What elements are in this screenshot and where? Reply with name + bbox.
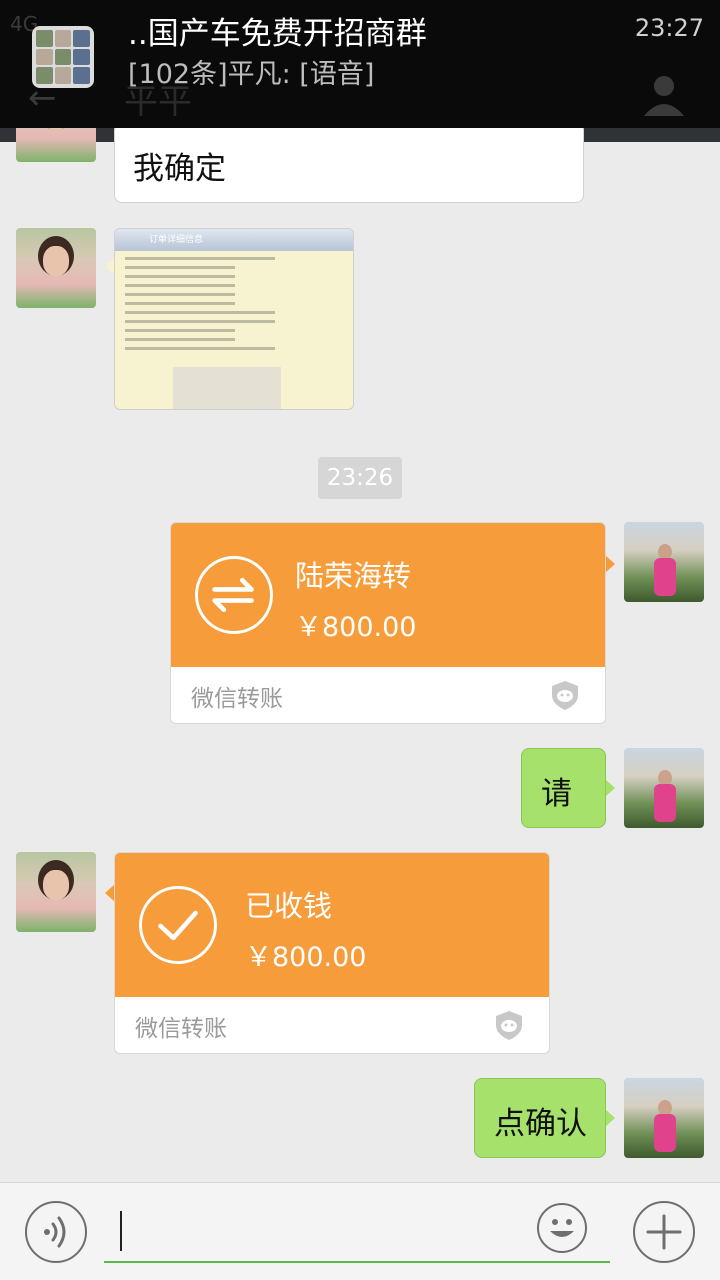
- bubble-arrow: [605, 779, 615, 797]
- image-text-line: [125, 293, 235, 296]
- message-input[interactable]: [104, 1197, 610, 1263]
- text-caret: [120, 1211, 122, 1251]
- avatar[interactable]: [624, 1078, 704, 1158]
- notification-title: ..国产车免费开招商群: [128, 16, 427, 52]
- image-text-line: [125, 329, 235, 332]
- transfer-card-footer: 微信转账: [171, 667, 605, 723]
- notification-time: 23:27: [634, 14, 704, 42]
- image-message[interactable]: 订单详细信息: [114, 228, 354, 410]
- transfer-title: 陆荣海转: [295, 559, 412, 593]
- timestamp: 23:26: [318, 457, 402, 499]
- message-text: 请: [541, 776, 572, 812]
- notification-banner[interactable]: 平平 ← 4G ..国产车免费开招商群 [102条]平凡: [语音] 23:27: [0, 0, 720, 128]
- message-text: 点确认: [494, 1106, 587, 1142]
- transfer-card[interactable]: 已收钱 ￥800.00 微信转账: [114, 852, 550, 1054]
- image-text-line: [125, 302, 235, 305]
- group-avatar: [32, 26, 94, 88]
- chat-messages[interactable]: 我确定 订单详细信息 23:26 陆荣海转 ￥800.00 微信转账 请 已收钱…: [0, 82, 720, 1182]
- plus-icon: [646, 1214, 682, 1250]
- bubble-arrow: [605, 555, 615, 573]
- transfer-title: 已收钱: [245, 889, 333, 923]
- input-bar: [0, 1182, 720, 1280]
- image-text-line: [125, 266, 235, 269]
- image-text-line: [125, 338, 235, 341]
- bubble-arrow: [105, 258, 114, 274]
- image-text-line: [125, 347, 275, 350]
- voice-wave-icon: [44, 1216, 66, 1248]
- transfer-amount: ￥800.00: [295, 612, 417, 643]
- voice-toggle-button[interactable]: [25, 1201, 87, 1263]
- transfer-card-top: 陆荣海转 ￥800.00: [171, 523, 605, 667]
- image-header: 订单详细信息: [115, 229, 353, 251]
- image-text-line: [125, 311, 275, 314]
- avatar[interactable]: [16, 228, 96, 308]
- chat-info-person-icon[interactable]: [642, 72, 686, 116]
- message-bubble-text[interactable]: 我确定: [114, 122, 584, 203]
- avatar[interactable]: [16, 852, 96, 932]
- transfer-brand-label: 微信转账: [135, 1016, 227, 1042]
- image-text-line: [125, 320, 275, 323]
- smiley-icon: [550, 1219, 574, 1237]
- message-bubble-text[interactable]: 点确认: [474, 1078, 606, 1158]
- image-text-line: [125, 284, 235, 287]
- wechat-pay-shield-icon: [496, 1011, 522, 1040]
- transfer-brand-label: 微信转账: [191, 686, 283, 712]
- avatar[interactable]: [624, 748, 704, 828]
- checkmark-icon: [139, 886, 217, 964]
- wechat-pay-shield-icon: [552, 681, 578, 710]
- image-text-line: [125, 257, 275, 260]
- notification-preview: [102条]平凡: [语音]: [128, 59, 375, 90]
- image-thumbnail-tile: [173, 367, 281, 409]
- image-text-line: [125, 275, 235, 278]
- transfer-card-top: 已收钱 ￥800.00: [115, 853, 549, 997]
- transfer-arrows-icon: [195, 556, 273, 634]
- more-options-button[interactable]: [633, 1201, 695, 1263]
- avatar[interactable]: [624, 522, 704, 602]
- transfer-card-footer: 微信转账: [115, 997, 549, 1053]
- transfer-amount: ￥800.00: [245, 942, 367, 973]
- emoji-button[interactable]: [537, 1203, 587, 1253]
- message-bubble-text[interactable]: 请: [521, 748, 606, 828]
- message-text: 我确定: [133, 151, 226, 187]
- bubble-arrow: [605, 1109, 615, 1127]
- transfer-card[interactable]: 陆荣海转 ￥800.00 微信转账: [170, 522, 606, 724]
